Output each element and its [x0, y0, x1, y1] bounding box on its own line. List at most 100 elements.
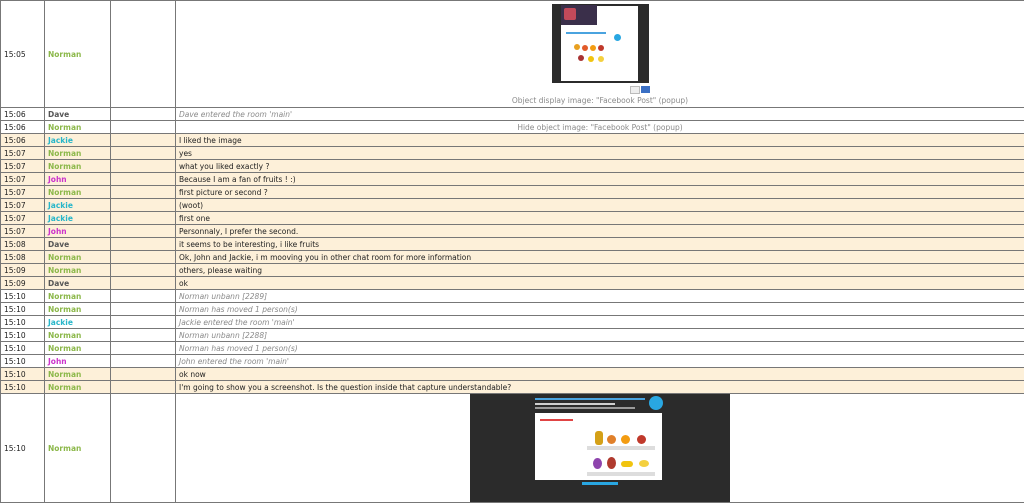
empty-cell — [110, 237, 176, 251]
time-cell: 15:10 — [0, 393, 45, 503]
logo-icon — [649, 396, 663, 410]
table-row: 15:07 John Because I am a fan of fruits … — [0, 172, 1024, 186]
empty-cell — [110, 367, 176, 381]
time-cell: 15:10 — [0, 289, 45, 303]
empty-cell — [110, 276, 176, 290]
user-name[interactable]: Norman — [44, 341, 111, 355]
user-name[interactable]: Norman — [44, 0, 111, 108]
user-name[interactable]: Jackie — [44, 315, 111, 329]
user-name[interactable]: Norman — [44, 367, 111, 381]
table-row: 15:10 Norman Norman unbann [2289] — [0, 289, 1024, 303]
time-cell: 15:06 — [0, 133, 45, 147]
table-row: 15:07 Norman what you liked exactly ? — [0, 159, 1024, 173]
popup-button[interactable] — [640, 85, 650, 93]
empty-cell — [110, 341, 176, 355]
time-cell: 15:07 — [0, 224, 45, 238]
user-name[interactable]: John — [44, 224, 111, 238]
table-row: 15:07 John Personnaly, I prefer the seco… — [0, 224, 1024, 238]
chat-message: ok — [175, 276, 1024, 290]
table-row: 15:06 Norman Hide object image: "Faceboo… — [0, 120, 1024, 134]
user-name[interactable]: Jackie — [44, 133, 111, 147]
empty-cell — [110, 185, 176, 199]
time-cell: 15:05 — [0, 0, 45, 108]
user-name[interactable]: Norman — [44, 393, 111, 503]
system-message: Norman unbann [2288] — [175, 328, 1024, 342]
user-name[interactable]: Norman — [44, 289, 111, 303]
table-row: 15:10 Norman Norman has moved 1 person(s… — [0, 341, 1024, 355]
user-name[interactable]: Norman — [44, 263, 111, 277]
table-row: 15:10 John John entered the room 'main' — [0, 354, 1024, 368]
table-row: 15:07 Norman first picture or second ? — [0, 185, 1024, 199]
time-cell: 15:10 — [0, 315, 45, 329]
chat-message: first one — [175, 211, 1024, 225]
user-name[interactable]: Norman — [44, 328, 111, 342]
user-name[interactable]: Dave — [44, 276, 111, 290]
table-row: 15:07 Norman yes — [0, 146, 1024, 160]
empty-cell — [110, 393, 176, 503]
chat-message: what you liked exactly ? — [175, 159, 1024, 173]
chat-message: ok now — [175, 367, 1024, 381]
time-cell: 15:10 — [0, 341, 45, 355]
empty-cell — [110, 380, 176, 394]
time-cell: 15:10 — [0, 380, 45, 394]
chat-message: it seems to be interesting, i like fruit… — [175, 237, 1024, 251]
time-cell: 15:10 — [0, 328, 45, 342]
time-cell: 15:09 — [0, 276, 45, 290]
user-name[interactable]: Jackie — [44, 198, 111, 212]
system-message: Norman has moved 1 person(s) — [175, 341, 1024, 355]
time-cell: 15:08 — [0, 237, 45, 251]
table-row: 15:05 Norman Object display image: "Face… — [0, 0, 1024, 108]
empty-cell — [110, 302, 176, 316]
table-row: 15:08 Dave it seems to be interesting, i… — [0, 237, 1024, 251]
chat-message: (woot) — [175, 198, 1024, 212]
facebook-post-screenshot[interactable] — [551, 3, 649, 83]
empty-cell — [110, 250, 176, 264]
chat-message: I'm going to show you a screenshot. Is t… — [175, 380, 1024, 394]
time-cell: 15:07 — [0, 146, 45, 160]
time-cell: 15:10 — [0, 367, 45, 381]
object-display-caption[interactable]: Object display image: "Facebook Post" (p… — [179, 96, 1021, 105]
chat-message: yes — [175, 146, 1024, 160]
user-name[interactable]: Norman — [44, 250, 111, 264]
empty-cell — [110, 0, 176, 108]
time-cell: 15:07 — [0, 211, 45, 225]
user-name[interactable]: Norman — [44, 120, 111, 134]
table-row: 15:07 Jackie first one — [0, 211, 1024, 225]
hide-object-link[interactable]: Hide object image: "Facebook Post" (popu… — [175, 120, 1024, 134]
image-cell: Object display image: "Facebook Post" (p… — [175, 0, 1024, 108]
popup-controls — [552, 85, 650, 94]
system-message: Dave entered the room 'main' — [175, 107, 1024, 121]
table-row: 15:10 Norman ok now — [0, 367, 1024, 381]
empty-cell — [110, 159, 176, 173]
empty-cell — [110, 224, 176, 238]
user-name[interactable]: John — [44, 172, 111, 186]
time-cell: 15:07 — [0, 172, 45, 186]
screenshot-image[interactable] — [470, 394, 730, 502]
user-name[interactable]: Norman — [44, 185, 111, 199]
time-cell: 15:07 — [0, 159, 45, 173]
popup-input[interactable] — [629, 85, 640, 94]
system-message: Jackie entered the room 'main' — [175, 315, 1024, 329]
time-cell: 15:07 — [0, 185, 45, 199]
table-row: 15:10 Norman Norman has moved 1 person(s… — [0, 302, 1024, 316]
user-name[interactable]: Dave — [44, 107, 111, 121]
chat-log-table: 15:05 Norman Object display image: "Face… — [0, 0, 1024, 503]
chat-message: Ok, John and Jackie, i m mooving you in … — [175, 250, 1024, 264]
user-name[interactable]: Norman — [44, 380, 111, 394]
image-cell — [175, 393, 1024, 503]
table-row: 15:10 Jackie Jackie entered the room 'ma… — [0, 315, 1024, 329]
time-cell: 15:07 — [0, 198, 45, 212]
user-name[interactable]: John — [44, 354, 111, 368]
table-row: 15:09 Norman others, please waiting — [0, 263, 1024, 277]
table-row: 15:06 Jackie I liked the image — [0, 133, 1024, 147]
empty-cell — [110, 328, 176, 342]
user-name[interactable]: Jackie — [44, 211, 111, 225]
user-name[interactable]: Dave — [44, 237, 111, 251]
user-name[interactable]: Norman — [44, 146, 111, 160]
empty-cell — [110, 198, 176, 212]
user-name[interactable]: Norman — [44, 302, 111, 316]
user-name[interactable]: Norman — [44, 159, 111, 173]
table-row: 15:10 Norman Norman unbann [2288] — [0, 328, 1024, 342]
table-row: 15:08 Norman Ok, John and Jackie, i m mo… — [0, 250, 1024, 264]
time-cell: 15:10 — [0, 354, 45, 368]
